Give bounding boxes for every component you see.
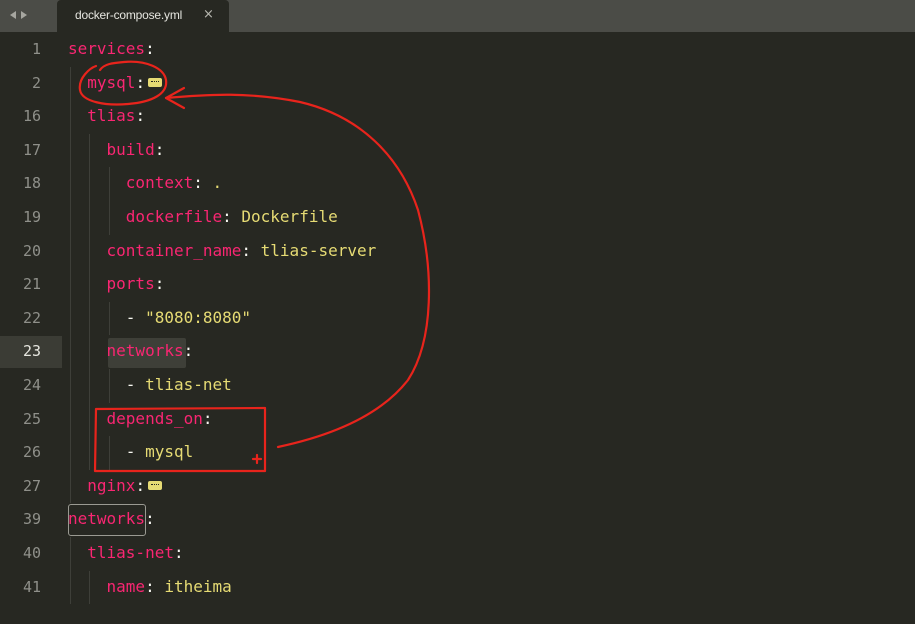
yaml-separator: : [193, 173, 213, 193]
yaml-separator: : [241, 240, 261, 260]
line-number: 23 [22, 342, 41, 361]
yaml-separator: : [145, 576, 165, 596]
code-line[interactable]: networks: [68, 503, 155, 535]
yaml-value: "8080:8080" [145, 307, 252, 327]
code-line[interactable]: context: . [68, 167, 222, 199]
yaml-key: networks [68, 509, 146, 529]
code-line[interactable]: name: itheima [68, 571, 232, 603]
code-line[interactable]: mysql: [68, 67, 163, 99]
yaml-key: name [106, 576, 146, 596]
yaml-key: dockerfile [125, 207, 223, 226]
code-line[interactable]: container_name: tlias-server [68, 235, 377, 267]
yaml-separator: : [145, 509, 155, 529]
code-line[interactable]: - tlias-net [68, 369, 232, 401]
yaml-key: tlias [87, 106, 136, 126]
line-number: 41 [22, 577, 41, 596]
yaml-key: container_name [106, 240, 242, 260]
tab-label: docker-compose.yml [75, 8, 183, 22]
yaml-separator: : [145, 39, 155, 58]
code-line[interactable]: - "8080:8080" [68, 302, 251, 334]
folded-code-icon[interactable] [148, 77, 163, 87]
yaml-key: build [106, 139, 155, 159]
yaml-separator: : [222, 207, 242, 226]
yaml-key: tlias-net [87, 543, 174, 562]
yaml-separator: : [135, 475, 146, 495]
yaml-key: nginx [87, 475, 136, 495]
yaml-value: itheima [164, 576, 232, 596]
line-number-gutter: 1 2 16 17 18 19 20 21 22 23 24 25 26 27 39 40 41 [0, 32, 64, 624]
line-number: 24 [22, 376, 41, 394]
yaml-separator: : [154, 274, 165, 294]
yaml-key: ports [106, 274, 155, 294]
code-line[interactable]: - mysql [68, 436, 193, 468]
yaml-value: tlias-net [145, 375, 232, 394]
line-number: 18 [22, 174, 41, 193]
line-number: 21 [22, 275, 41, 294]
yaml-key: services [68, 39, 146, 58]
code-line[interactable]: tlias: [68, 100, 145, 132]
line-number: 19 [22, 208, 41, 226]
triangle-right-icon[interactable] [21, 11, 27, 19]
yaml-separator: : [183, 341, 194, 361]
line-number: 16 [22, 107, 41, 126]
yaml-separator: : [173, 543, 184, 562]
yaml-separator: : [135, 106, 146, 126]
yaml-key: context [125, 173, 194, 193]
yaml-key: networks [106, 341, 184, 361]
line-number: 2 [31, 73, 41, 92]
yaml-separator: : [135, 72, 146, 92]
line-number: 40 [22, 544, 41, 562]
line-number: 1 [31, 40, 41, 58]
code-line[interactable]: dockerfile: Dockerfile [68, 201, 338, 233]
code-line[interactable]: ports: [68, 268, 165, 300]
folded-code-icon[interactable] [148, 480, 163, 490]
yaml-separator: - [125, 375, 146, 394]
line-number: 27 [22, 476, 41, 495]
yaml-value: mysql [145, 442, 194, 462]
yaml-separator: : [154, 139, 165, 159]
code-editor[interactable]: 1 2 16 17 18 19 20 21 22 23 24 25 26 27 39 40 41 service… [0, 32, 915, 624]
code-line[interactable]: services: [68, 33, 155, 65]
triangle-left-icon[interactable] [10, 11, 16, 19]
code-line[interactable]: depends_on: [68, 403, 213, 435]
close-icon[interactable]: × [203, 7, 214, 22]
yaml-key: depends_on [106, 408, 203, 428]
code-line[interactable]: networks: [68, 335, 194, 367]
tab-navigation [10, 7, 46, 23]
yaml-value: Dockerfile [241, 207, 338, 226]
yaml-value: . [212, 173, 223, 193]
code-line[interactable]: nginx: [68, 470, 163, 502]
line-number: 20 [22, 241, 41, 260]
yaml-separator: - [125, 307, 146, 327]
yaml-value: tlias-server [260, 240, 377, 260]
yaml-separator: - [125, 442, 146, 462]
code-line[interactable]: tlias-net: [68, 537, 184, 569]
tab-bar: docker-compose.yml × [0, 0, 915, 32]
line-number: 17 [22, 140, 41, 159]
line-number: 26 [22, 443, 41, 462]
yaml-separator: : [202, 408, 213, 428]
line-number: 25 [22, 409, 41, 428]
line-number: 39 [22, 510, 41, 529]
yaml-key: mysql [87, 72, 136, 92]
code-line[interactable]: build: [68, 134, 165, 166]
line-number: 22 [22, 308, 41, 327]
tab-docker-compose[interactable]: docker-compose.yml × [57, 0, 229, 32]
